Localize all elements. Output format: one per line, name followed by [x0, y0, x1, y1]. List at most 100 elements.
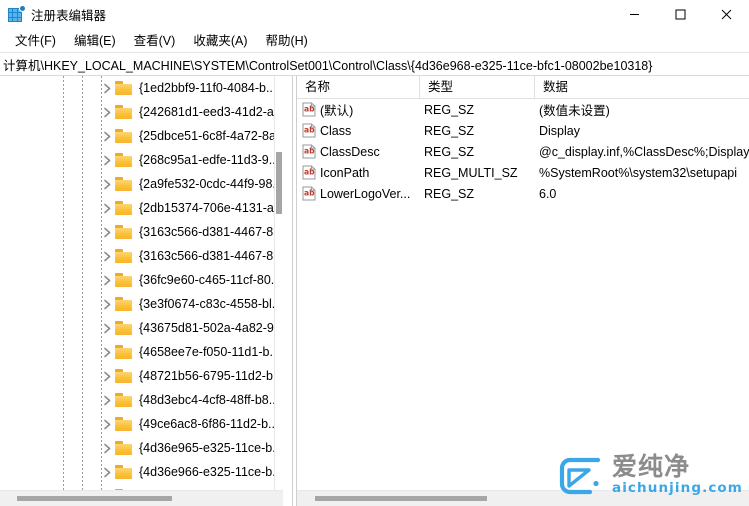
folder-icon — [115, 201, 133, 215]
minimize-button[interactable] — [611, 0, 657, 28]
chevron-right-icon[interactable] — [99, 76, 115, 100]
string-value-icon: ab — [302, 102, 316, 117]
chevron-right-icon[interactable] — [99, 148, 115, 172]
tree-item-label: {3e3f0674-c83c-4558-bl... — [139, 297, 283, 311]
tree-item[interactable]: {3163c566-d381-4467-8... — [0, 244, 283, 268]
string-value-icon: ab — [302, 165, 316, 180]
chevron-right-icon[interactable] — [99, 196, 115, 220]
menu-help[interactable]: 帮助(H) — [256, 27, 316, 53]
tree-horizontal-scrollbar[interactable] — [0, 490, 283, 506]
tree-item-label: {3163c566-d381-4467-8... — [139, 225, 283, 239]
value-row[interactable]: ab ClassDesc REG_SZ @c_display.inf,%ClassDe… — [297, 141, 749, 162]
menu-favorites[interactable]: 收藏夹(A) — [184, 27, 256, 53]
chevron-right-icon[interactable] — [99, 268, 115, 292]
tree-item-label: {268c95a1-edfe-11d3-9... — [139, 153, 280, 167]
tree-item[interactable]: {2a9fe532-0cdc-44f9-98... — [0, 172, 283, 196]
tree-item-label: {48d3ebc4-4cf8-48ff-b8... — [139, 393, 280, 407]
tree-item[interactable]: {36fc9e60-c465-11cf-80... — [0, 268, 283, 292]
chevron-right-icon[interactable] — [99, 388, 115, 412]
tree-item-label: {48721b56-6795-11d2-b... — [139, 369, 283, 383]
registry-values-list: ab (默认) REG_SZ (数值未设置) ab Class REG_SZ Display a… — [297, 99, 749, 204]
column-header-name[interactable]: 名称 — [297, 76, 420, 98]
chevron-right-icon[interactable] — [99, 460, 115, 484]
tree-horizontal-scrollbar-thumb[interactable] — [17, 496, 172, 501]
folder-icon — [115, 273, 133, 287]
value-row[interactable]: ab (默认) REG_SZ (数值未设置) — [297, 99, 749, 120]
value-data-cell: 6.0 — [539, 186, 557, 201]
folder-icon — [115, 441, 133, 455]
svg-text:ab: ab — [304, 167, 315, 176]
value-data-cell: Display — [539, 123, 580, 138]
tree-item[interactable]: {25dbce51-6c8f-4a72-8a... — [0, 124, 283, 148]
registry-tree-pane: {1ed2bbf9-11f0-4084-b... {242681d1-eed3-4… — [0, 76, 292, 506]
tree-item[interactable]: {49ce6ac8-6f86-11d2-b... — [0, 412, 283, 436]
chevron-right-icon[interactable] — [99, 436, 115, 460]
value-type-cell: REG_SZ — [424, 144, 475, 159]
chevron-right-icon[interactable] — [99, 364, 115, 388]
tree-scroll-area: {1ed2bbf9-11f0-4084-b... {242681d1-eed3-4… — [0, 76, 283, 490]
value-row[interactable]: ab LowerLogoVer... REG_SZ 6.0 — [297, 183, 749, 204]
tree-item-label: {4d36e966-e325-11ce-b... — [139, 465, 283, 479]
folder-icon — [115, 249, 133, 263]
address-bar[interactable]: 计算机\HKEY_LOCAL_MACHINE\SYSTEM\ControlSet… — [0, 52, 749, 76]
value-type-cell: REG_SZ — [424, 123, 475, 138]
value-data-cell: (数值未设置) — [539, 104, 610, 118]
tree-item[interactable]: {4d36e966-e325-11ce-b... — [0, 460, 283, 484]
menu-edit[interactable]: 编辑(E) — [65, 27, 125, 53]
tree-vertical-scrollbar[interactable] — [274, 76, 283, 490]
chevron-right-icon[interactable] — [99, 100, 115, 124]
value-name-cell: Class — [320, 123, 352, 138]
folder-icon — [115, 81, 133, 95]
menu-file[interactable]: 文件(F) — [6, 27, 65, 53]
tree-item-label: {49ce6ac8-6f86-11d2-b... — [139, 417, 279, 431]
menu-view[interactable]: 查看(V) — [125, 27, 185, 53]
folder-icon — [115, 393, 133, 407]
tree-item[interactable]: {4658ee7e-f050-11d1-b... — [0, 340, 283, 364]
string-value-icon: ab — [302, 123, 316, 138]
tree-item[interactable]: {3e3f0674-c83c-4558-bl... — [0, 292, 283, 316]
value-type-cell: REG_SZ — [424, 102, 475, 117]
tree-item[interactable]: {268c95a1-edfe-11d3-9... — [0, 148, 283, 172]
value-data-cell: @c_display.inf,%ClassDesc%;Display — [539, 144, 749, 159]
string-value-icon: ab — [302, 186, 316, 201]
maximize-button[interactable] — [657, 0, 703, 28]
column-header-data[interactable]: 数据 — [535, 76, 749, 98]
menu-bar: 文件(F) 编辑(E) 查看(V) 收藏夹(A) 帮助(H) — [0, 28, 749, 52]
tree-item[interactable]: {3163c566-d381-4467-8... — [0, 220, 283, 244]
chevron-right-icon[interactable] — [99, 124, 115, 148]
folder-icon — [115, 297, 133, 311]
tree-item[interactable]: {43675d81-502a-4a82-9... — [0, 316, 283, 340]
chevron-right-icon[interactable] — [99, 292, 115, 316]
title-bar: 注册表编辑器 — [0, 0, 749, 28]
chevron-right-icon[interactable] — [99, 220, 115, 244]
value-type-cell: REG_SZ — [424, 186, 475, 201]
registry-tree-list: {1ed2bbf9-11f0-4084-b... {242681d1-eed3-4… — [0, 76, 283, 490]
tree-item-label: {36fc9e60-c465-11cf-80... — [139, 273, 282, 287]
chevron-right-icon[interactable] — [99, 172, 115, 196]
tree-item[interactable]: {242681d1-eed3-41d2-a... — [0, 100, 283, 124]
chevron-right-icon[interactable] — [99, 412, 115, 436]
tree-item[interactable]: {48721b56-6795-11d2-b... — [0, 364, 283, 388]
tree-item[interactable]: {48d3ebc4-4cf8-48ff-b8... — [0, 388, 283, 412]
column-header-type[interactable]: 类型 — [420, 76, 535, 98]
close-button[interactable] — [703, 0, 749, 28]
tree-item[interactable]: {4d36e965-e325-11ce-b... — [0, 436, 283, 460]
chevron-right-icon[interactable] — [99, 316, 115, 340]
tree-item-label: {43675d81-502a-4a82-9... — [139, 321, 283, 335]
value-row[interactable]: ab Class REG_SZ Display — [297, 120, 749, 141]
folder-icon — [115, 465, 133, 479]
tree-item[interactable]: {1ed2bbf9-11f0-4084-b... — [0, 76, 283, 100]
folder-icon — [115, 369, 133, 383]
chevron-right-icon[interactable] — [99, 340, 115, 364]
values-horizontal-scrollbar-thumb[interactable] — [315, 496, 487, 501]
tree-vertical-scrollbar-thumb[interactable] — [276, 152, 282, 214]
registry-editor-icon — [8, 5, 26, 22]
tree-item[interactable]: {2db15374-706e-4131-a... — [0, 196, 283, 220]
svg-text:ab: ab — [304, 146, 315, 155]
values-horizontal-scrollbar[interactable] — [297, 490, 749, 506]
tree-item-label: {25dbce51-6c8f-4a72-8a... — [139, 129, 283, 143]
chevron-right-icon[interactable] — [99, 244, 115, 268]
tree-item-label: {242681d1-eed3-41d2-a... — [139, 105, 283, 119]
values-column-headers: 名称 类型 数据 — [297, 76, 749, 99]
value-row[interactable]: ab IconPath REG_MULTI_SZ %SystemRoot%\syste… — [297, 162, 749, 183]
